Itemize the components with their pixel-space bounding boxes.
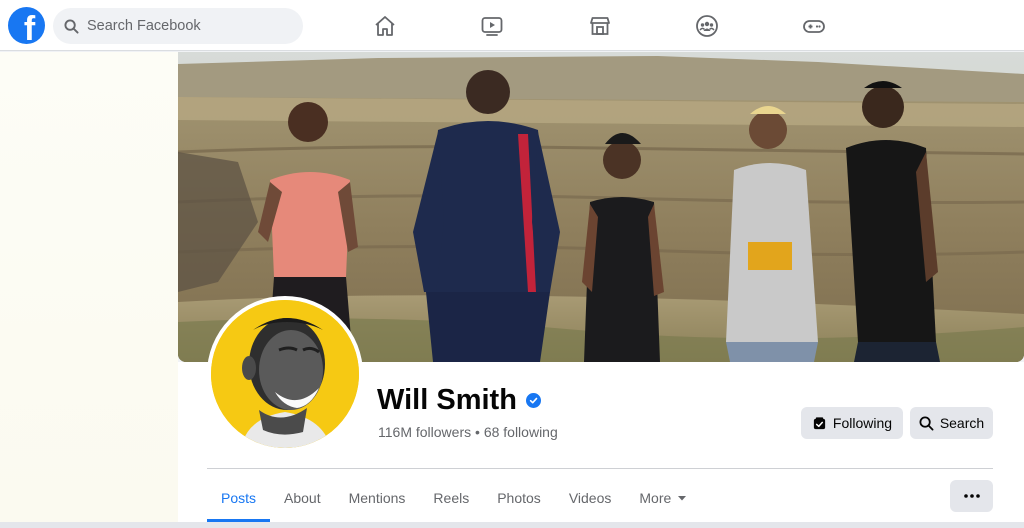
facebook-logo-letter: f — [23, 10, 36, 44]
header-divider — [207, 468, 993, 469]
gaming-icon[interactable] — [800, 12, 828, 40]
page-bottom-strip — [0, 522, 1024, 528]
tab-mentions[interactable]: Mentions — [335, 474, 420, 522]
tab-label: More — [639, 490, 672, 506]
caret-down-icon — [678, 496, 687, 501]
tab-photos[interactable]: Photos — [483, 474, 555, 522]
tab-more[interactable]: More — [625, 474, 701, 522]
tab-videos[interactable]: Videos — [555, 474, 626, 522]
groups-icon[interactable] — [693, 12, 721, 40]
facebook-logo[interactable]: f — [8, 7, 45, 44]
tab-label: Posts — [221, 490, 257, 506]
profile-search-button[interactable]: Search — [910, 407, 993, 439]
profile-name-row: Will Smith — [377, 384, 541, 417]
following-button[interactable]: Following — [801, 407, 903, 439]
home-icon[interactable] — [371, 12, 399, 40]
following-check-icon — [813, 416, 826, 429]
tab-reels[interactable]: Reels — [419, 474, 483, 522]
tab-label: Photos — [497, 490, 541, 506]
search-icon — [64, 18, 79, 34]
search-button-label: Search — [939, 415, 985, 431]
profile-picture[interactable] — [207, 296, 363, 452]
profile-tabs: Posts About Mentions Reels Photos Videos… — [207, 474, 701, 522]
left-background-panel — [0, 52, 178, 522]
following-button-label: Following — [832, 415, 893, 431]
ellipsis-icon — [963, 494, 980, 498]
watch-icon[interactable] — [478, 12, 506, 40]
tab-posts[interactable]: Posts — [207, 474, 271, 522]
search-input[interactable] — [87, 18, 287, 34]
tab-label: About — [284, 490, 321, 506]
profile-name: Will Smith — [377, 384, 517, 416]
search-icon — [919, 416, 934, 430]
followers-count[interactable]: 116M followers — [378, 424, 471, 440]
following-count[interactable]: 68 following — [484, 424, 558, 440]
tab-about[interactable]: About — [270, 474, 335, 522]
tab-label: Mentions — [348, 490, 406, 506]
stats-separator: • — [475, 424, 480, 440]
profile-stats: 116M followers • 68 following — [378, 424, 558, 440]
tab-label: Reels — [433, 490, 470, 506]
top-navigation-bar: f — [0, 0, 1024, 51]
verified-badge-icon — [525, 393, 541, 408]
marketplace-icon[interactable] — [586, 12, 614, 40]
search-box[interactable] — [53, 8, 303, 44]
tab-label: Videos — [568, 490, 612, 506]
more-options-button[interactable] — [950, 480, 993, 512]
